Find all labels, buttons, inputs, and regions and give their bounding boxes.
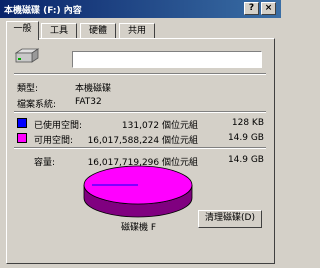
close-button[interactable]: × — [261, 2, 276, 15]
free-space-swatch — [17, 133, 27, 143]
used-space-size: 128 KB — [231, 118, 264, 128]
type-value: 本機磁碟 — [75, 84, 112, 94]
tab-hardware[interactable]: 硬體 — [80, 23, 116, 39]
used-space-label: 已使用空間: — [34, 121, 83, 131]
tab-general[interactable]: 一般 — [6, 21, 39, 40]
tab-sharing[interactable]: 共用 — [119, 23, 155, 39]
drive-name: 磁碟機 F — [121, 223, 157, 233]
title-bar: 本機磁碟 (F:) 內容 ? × — [0, 0, 281, 18]
free-space-size: 14.9 GB — [227, 133, 264, 143]
hard-drive-icon — [14, 48, 40, 63]
used-space-bytes: 131,072 個位元組 — [121, 121, 198, 131]
free-space-bytes: 16,017,588,224 個位元組 — [87, 136, 198, 146]
disk-cleanup-button[interactable]: 清理磁碟(D) — [198, 210, 262, 228]
separator — [14, 73, 266, 75]
window-title: 本機磁碟 (F:) 內容 — [4, 6, 82, 16]
capacity-size: 14.9 GB — [227, 155, 264, 165]
tab-tools[interactable]: 工具 — [41, 23, 77, 39]
separator — [14, 147, 266, 149]
disk-usage-pie — [83, 165, 193, 218]
separator — [14, 111, 266, 113]
filesystem-label: 檔案系統: — [17, 100, 57, 110]
filesystem-value: FAT32 — [75, 97, 102, 107]
drive-label-input[interactable] — [72, 51, 262, 68]
capacity-label: 容量: — [34, 158, 56, 168]
type-label: 類型: — [17, 84, 39, 94]
help-button[interactable]: ? — [244, 2, 259, 15]
used-space-swatch — [17, 118, 27, 128]
